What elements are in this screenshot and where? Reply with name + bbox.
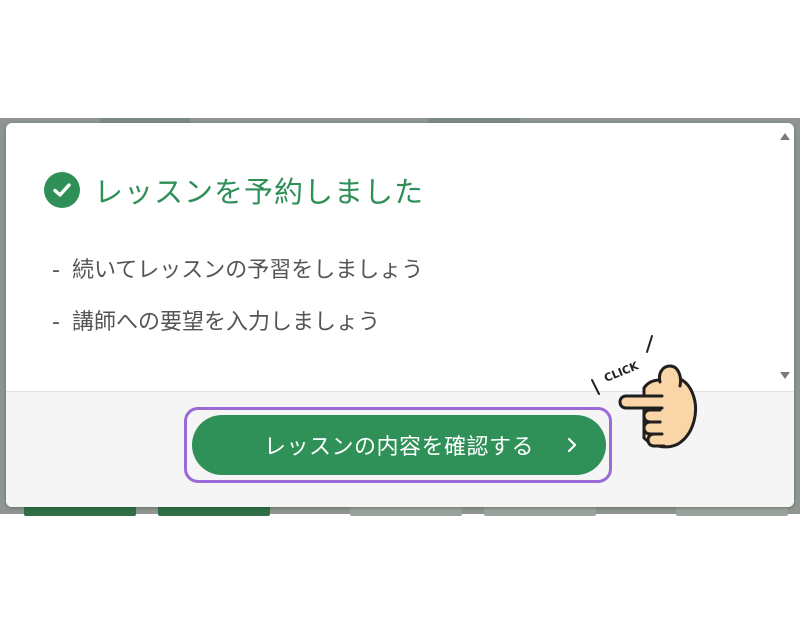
dialog-header: レッスンを予約しました [44, 170, 424, 210]
scroll-up-arrow-icon[interactable] [780, 133, 790, 140]
dialog-scrollbar[interactable] [776, 123, 794, 391]
list-item-text: 続いてレッスンの予習をしましょう [71, 258, 424, 283]
click-annotation: CLICK [591, 335, 697, 449]
next-steps-list: - 続いてレッスンの予習をしましょう - 講師への要望を入力しましょう [52, 255, 423, 359]
check-circle-icon [44, 172, 80, 208]
list-item-text: 講師への要望を入力しましょう [71, 310, 380, 335]
list-item: - 講師への要望を入力しましょう [52, 307, 423, 359]
button-label: レッスンの内容を確認する [263, 435, 534, 460]
list-item: - 続いてレッスンの予習をしましょう [52, 255, 423, 307]
chevron-right-icon [567, 437, 577, 453]
list-bullet: - [52, 310, 60, 335]
scroll-down-arrow-icon[interactable] [780, 372, 790, 379]
pointing-hand-icon [618, 364, 697, 449]
click-label: CLICK [591, 335, 653, 395]
list-bullet: - [52, 258, 60, 283]
dialog-title: レッスンを予約しました [94, 175, 425, 209]
screen: レッスンを予約しました - 続いてレッスンの予習をしましょう - 講師への要望を入力… [0, 0, 800, 640]
click-text: CLICK [602, 359, 640, 385]
view-lesson-details-button[interactable]: レッスンの内容を確認する [192, 415, 606, 475]
